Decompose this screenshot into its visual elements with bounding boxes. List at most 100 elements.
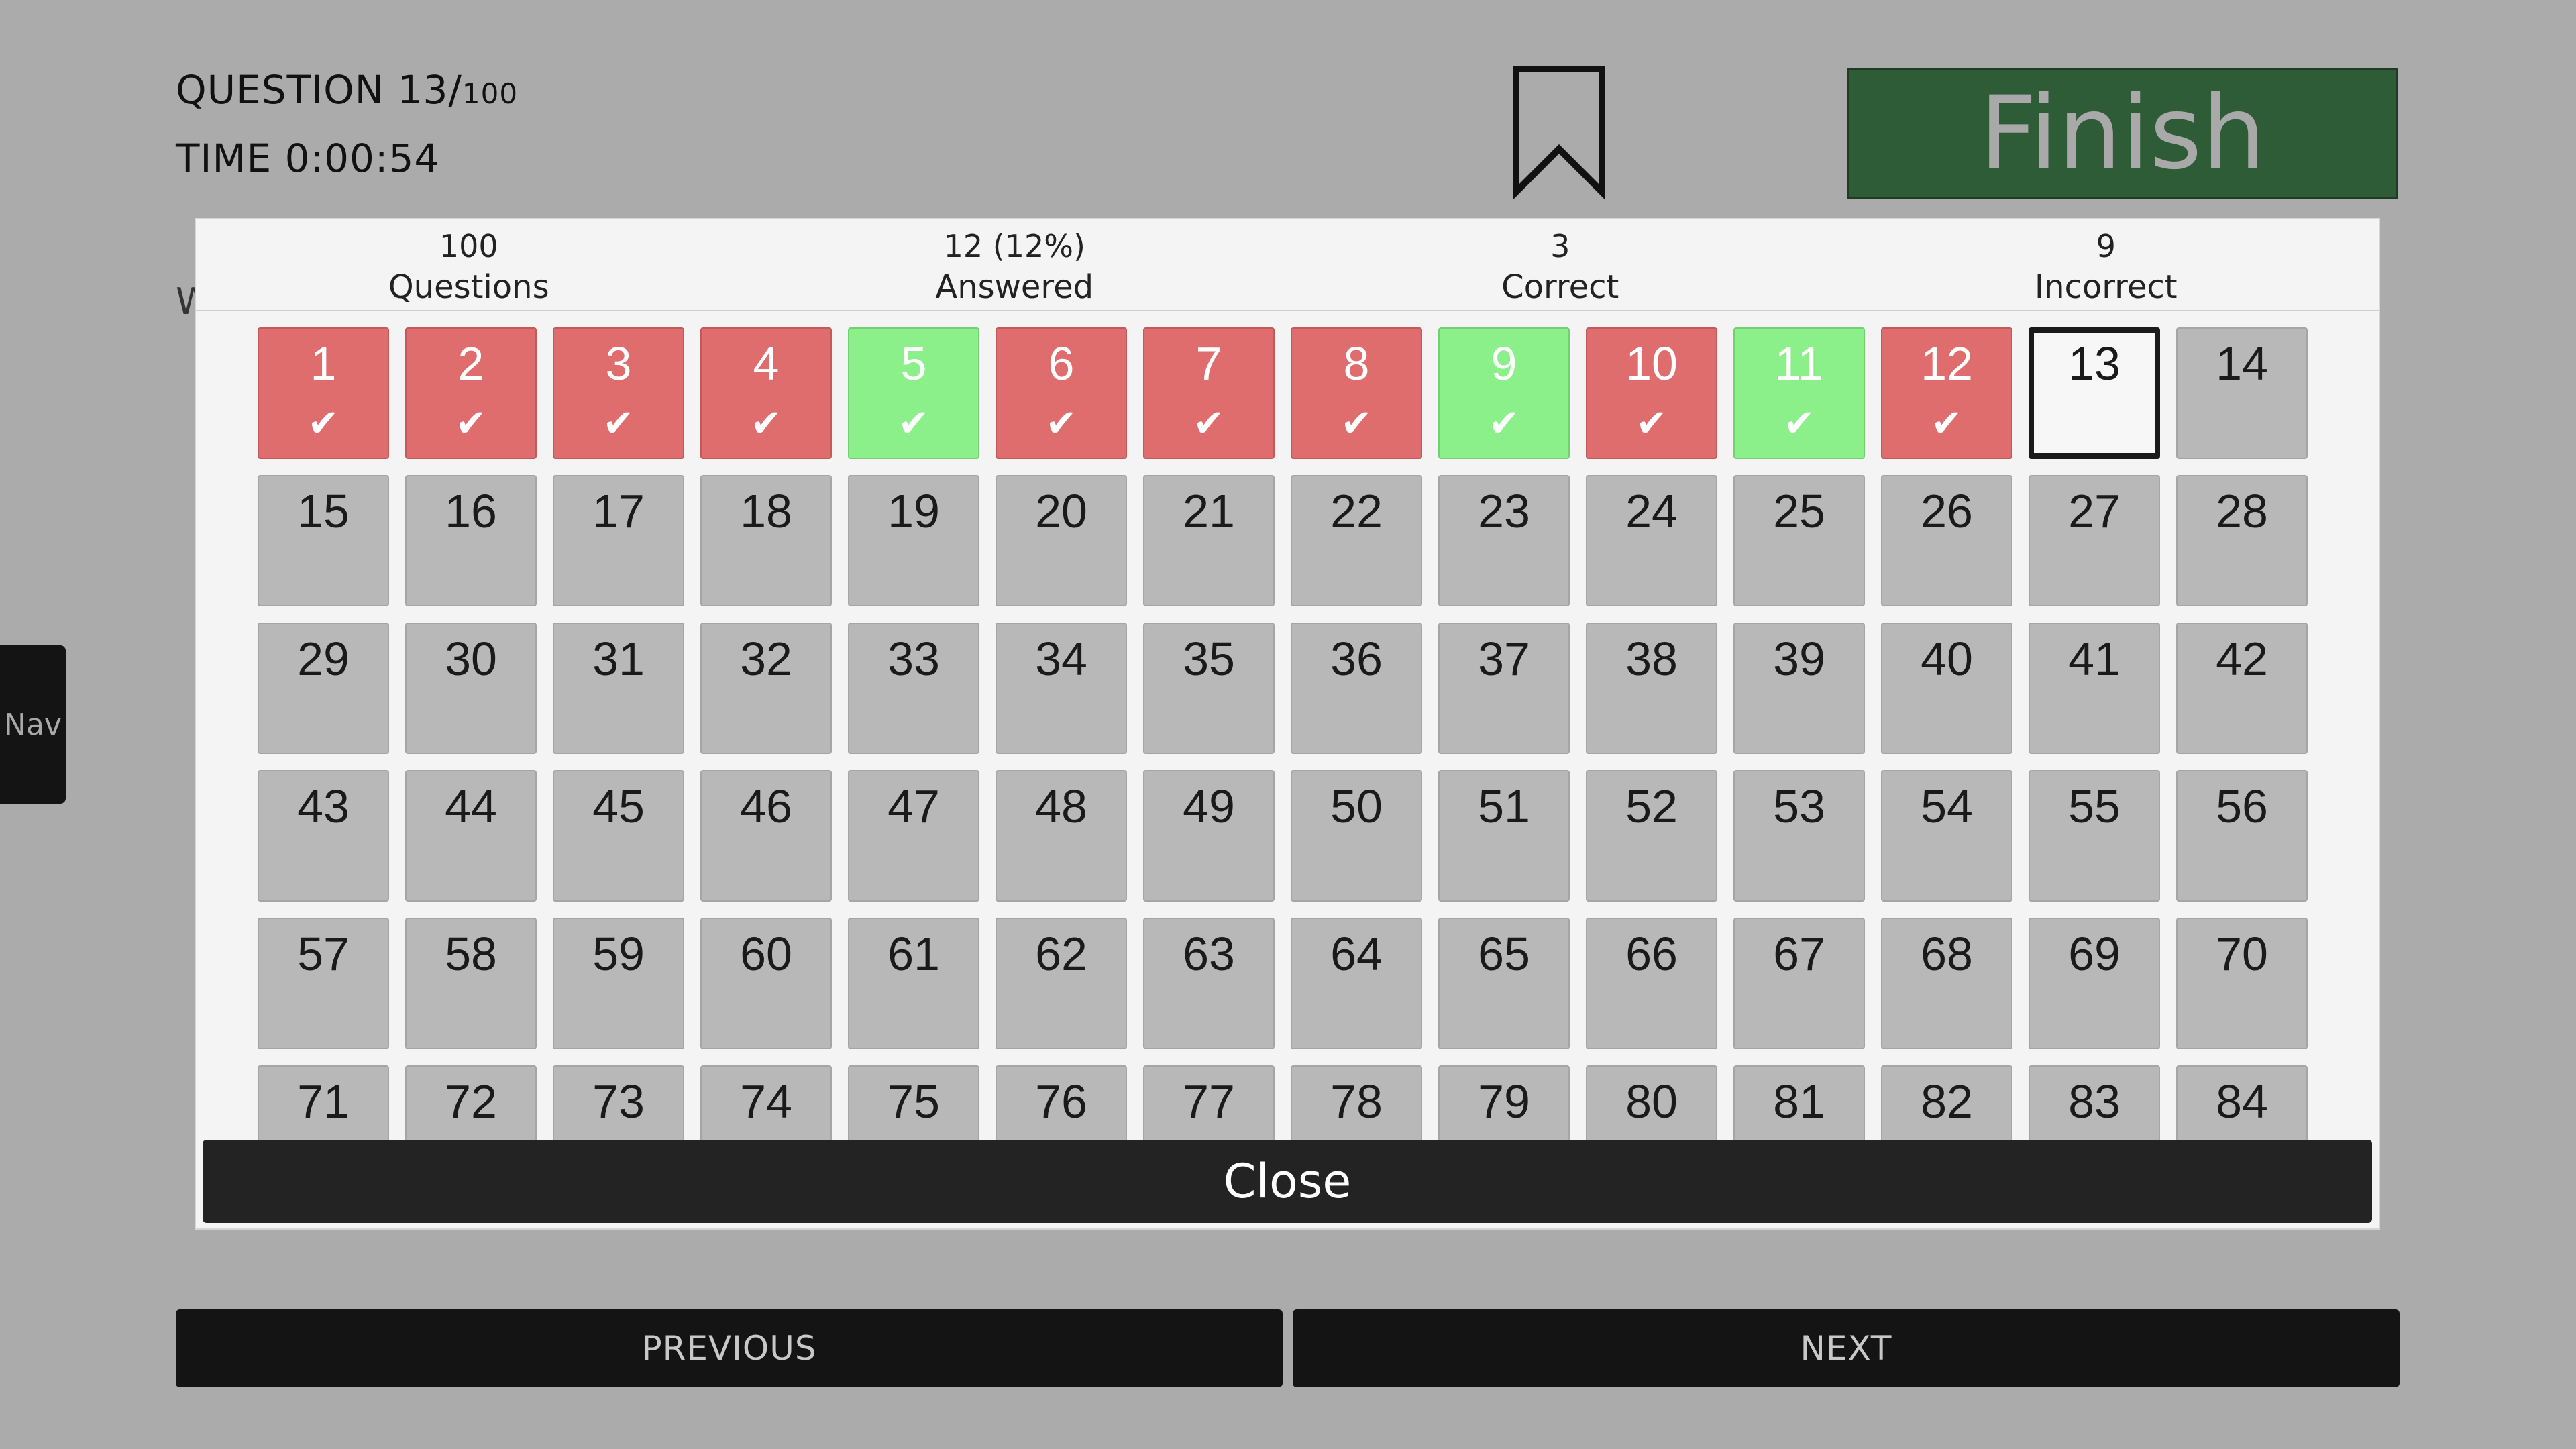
question-cell-34[interactable]: 34 <box>996 623 1127 754</box>
question-cell-35[interactable]: 35 <box>1143 623 1275 754</box>
question-number: 78 <box>1330 1075 1383 1128</box>
question-cell-11[interactable]: 11 ✔ <box>1733 327 1865 459</box>
previous-button[interactable]: PREVIOUS <box>176 1309 1283 1387</box>
question-cell-36[interactable]: 36 <box>1291 623 1422 754</box>
question-cell-31[interactable]: 31 <box>553 623 684 754</box>
bookmark-icon[interactable] <box>1511 66 1607 200</box>
question-cell-67[interactable]: 67 <box>1733 918 1865 1049</box>
finish-button[interactable]: Finish <box>1847 68 2398 199</box>
question-cell-50[interactable]: 50 <box>1291 770 1422 902</box>
question-cell-37[interactable]: 37 <box>1438 623 1570 754</box>
question-cell-18[interactable]: 18 <box>700 475 832 606</box>
question-cell-27[interactable]: 27 <box>2029 475 2160 606</box>
question-cell-44[interactable]: 44 <box>405 770 537 902</box>
question-number: 72 <box>445 1075 497 1128</box>
question-cell-32[interactable]: 32 <box>700 623 832 754</box>
checkmark-icon: ✔ <box>750 402 782 445</box>
question-cell-54[interactable]: 54 <box>1881 770 2012 902</box>
question-cell-20[interactable]: 20 <box>996 475 1127 606</box>
question-number: 8 <box>1343 337 1370 390</box>
question-number: 45 <box>592 780 645 833</box>
question-cell-5[interactable]: 5 ✔ <box>848 327 979 459</box>
question-cell-33[interactable]: 33 <box>848 623 979 754</box>
question-cell-7[interactable]: 7 ✔ <box>1143 327 1275 459</box>
close-button[interactable]: Close <box>203 1140 2372 1223</box>
question-cell-70[interactable]: 70 <box>2176 918 2308 1049</box>
question-cell-58[interactable]: 58 <box>405 918 537 1049</box>
question-number: 2 <box>458 337 484 390</box>
question-cell-6[interactable]: 6 ✔ <box>996 327 1127 459</box>
question-cell-22[interactable]: 22 <box>1291 475 1422 606</box>
checkmark-icon: ✔ <box>1635 402 1668 445</box>
question-cell-8[interactable]: 8 ✔ <box>1291 327 1422 459</box>
question-cell-41[interactable]: 41 <box>2029 623 2160 754</box>
stat-label: Incorrect <box>2034 268 2178 306</box>
question-cell-25[interactable]: 25 <box>1733 475 1865 606</box>
stat-label: Questions <box>388 268 549 306</box>
question-cell-45[interactable]: 45 <box>553 770 684 902</box>
question-cell-14[interactable]: 14 <box>2176 327 2308 459</box>
question-cell-49[interactable]: 49 <box>1143 770 1275 902</box>
question-cell-15[interactable]: 15 <box>258 475 389 606</box>
question-cell-51[interactable]: 51 <box>1438 770 1570 902</box>
question-number: 80 <box>1625 1075 1678 1128</box>
question-cell-19[interactable]: 19 <box>848 475 979 606</box>
question-cell-4[interactable]: 4 ✔ <box>700 327 832 459</box>
question-number: 51 <box>1478 780 1530 833</box>
question-grid-viewport[interactable]: 1 ✔ 2 ✔ 3 ✔ 4 ✔ 5 ✔ 6 ✔ 7 ✔ 8 ✔ 9 ✔ 10 ✔ 11 ✔ 12 ✔ 13 14 15 16 17 18 1… <box>196 311 2379 1228</box>
question-cell-66[interactable]: 66 <box>1586 918 1717 1049</box>
question-cell-1[interactable]: 1 ✔ <box>258 327 389 459</box>
question-cell-65[interactable]: 65 <box>1438 918 1570 1049</box>
question-cell-39[interactable]: 39 <box>1733 623 1865 754</box>
question-cell-38[interactable]: 38 <box>1586 623 1717 754</box>
question-cell-60[interactable]: 60 <box>700 918 832 1049</box>
question-cell-2[interactable]: 2 ✔ <box>405 327 537 459</box>
question-cell-56[interactable]: 56 <box>2176 770 2308 902</box>
question-cell-21[interactable]: 21 <box>1143 475 1275 606</box>
nav-tab[interactable]: Nav <box>0 645 66 804</box>
question-cell-13[interactable]: 13 <box>2029 327 2160 459</box>
question-cell-47[interactable]: 47 <box>848 770 979 902</box>
checkmark-icon: ✔ <box>1193 402 1225 445</box>
checkmark-icon: ✔ <box>1340 402 1373 445</box>
question-cell-46[interactable]: 46 <box>700 770 832 902</box>
question-cell-28[interactable]: 28 <box>2176 475 2308 606</box>
question-cell-30[interactable]: 30 <box>405 623 537 754</box>
question-cell-68[interactable]: 68 <box>1881 918 2012 1049</box>
question-cell-61[interactable]: 61 <box>848 918 979 1049</box>
question-cell-57[interactable]: 57 <box>258 918 389 1049</box>
question-cell-48[interactable]: 48 <box>996 770 1127 902</box>
question-cell-10[interactable]: 10 ✔ <box>1586 327 1717 459</box>
question-cell-29[interactable]: 29 <box>258 623 389 754</box>
question-number: 59 <box>592 928 645 980</box>
question-cell-40[interactable]: 40 <box>1881 623 2012 754</box>
next-button[interactable]: NEXT <box>1293 1309 2400 1387</box>
question-cell-52[interactable]: 52 <box>1586 770 1717 902</box>
question-cell-9[interactable]: 9 ✔ <box>1438 327 1570 459</box>
question-cell-12[interactable]: 12 ✔ <box>1881 327 2012 459</box>
question-cell-16[interactable]: 16 <box>405 475 537 606</box>
question-cell-17[interactable]: 17 <box>553 475 684 606</box>
question-cell-42[interactable]: 42 <box>2176 623 2308 754</box>
question-number: 22 <box>1330 485 1383 537</box>
question-cell-53[interactable]: 53 <box>1733 770 1865 902</box>
stat-label: Correct <box>1501 268 1619 306</box>
checkmark-icon: ✔ <box>1045 402 1077 445</box>
question-cell-3[interactable]: 3 ✔ <box>553 327 684 459</box>
question-cell-24[interactable]: 24 <box>1586 475 1717 606</box>
question-cell-63[interactable]: 63 <box>1143 918 1275 1049</box>
question-cell-55[interactable]: 55 <box>2029 770 2160 902</box>
question-cell-43[interactable]: 43 <box>258 770 389 902</box>
question-number: 3 <box>605 337 632 390</box>
question-counter: QUESTION 13/100 <box>176 67 518 113</box>
question-cell-69[interactable]: 69 <box>2029 918 2160 1049</box>
question-number: 79 <box>1478 1075 1530 1128</box>
question-cell-26[interactable]: 26 <box>1881 475 2012 606</box>
question-cell-23[interactable]: 23 <box>1438 475 1570 606</box>
question-number: 26 <box>1921 485 1973 537</box>
question-number: 82 <box>1921 1075 1973 1128</box>
question-cell-64[interactable]: 64 <box>1291 918 1422 1049</box>
question-cell-59[interactable]: 59 <box>553 918 684 1049</box>
checkmark-icon: ✔ <box>1783 402 1815 445</box>
question-cell-62[interactable]: 62 <box>996 918 1127 1049</box>
